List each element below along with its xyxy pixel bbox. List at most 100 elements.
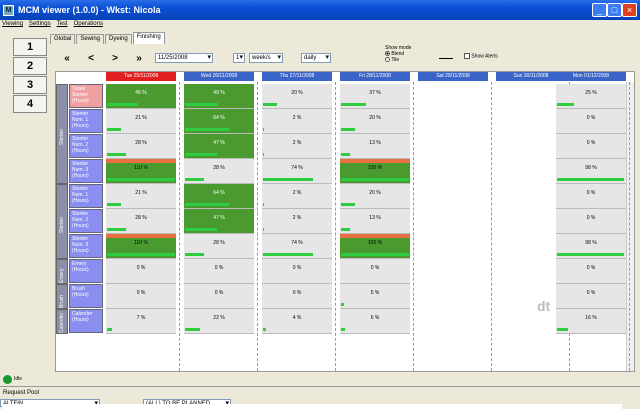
load-cell[interactable]: 2 %: [262, 209, 332, 234]
tab-sewing[interactable]: Sewing: [76, 34, 105, 44]
load-cell[interactable]: 98 %: [556, 159, 626, 184]
load-cell[interactable]: 28 %: [184, 159, 254, 184]
load-cell[interactable]: 74 %: [262, 159, 332, 184]
load-cell[interactable]: 0 %: [262, 284, 332, 309]
minimize-button[interactable]: _: [592, 3, 607, 17]
load-cell[interactable]: 100 %: [340, 234, 410, 259]
load-bar: [185, 153, 217, 156]
load-cell[interactable]: 98 %: [556, 234, 626, 259]
load-value: 74 %: [291, 240, 303, 246]
load-cell[interactable]: 4 %: [262, 309, 332, 334]
load-cell[interactable]: 20 %: [340, 109, 410, 134]
blend-radio[interactable]: [385, 51, 390, 57]
day-header[interactable]: Wed 26/11/2008: [184, 72, 254, 81]
row-label: Stenter Num. 1 (Hours): [69, 109, 103, 133]
load-cell[interactable]: 0 %: [556, 259, 626, 284]
load-cell[interactable]: 0 %: [184, 259, 254, 284]
load-cell[interactable]: 25 %: [556, 84, 626, 109]
load-cell[interactable]: 16 %: [556, 309, 626, 334]
load-cell[interactable]: 28 %: [106, 209, 176, 234]
load-value: 5 %: [370, 290, 380, 296]
load-cell[interactable]: 47 %: [184, 134, 254, 159]
load-cell[interactable]: 28 %: [184, 234, 254, 259]
tab-dyeing[interactable]: Dyeing: [105, 34, 132, 44]
next-button[interactable]: >: [103, 53, 127, 64]
menu-bar: Viewing Settings Test Operations: [0, 20, 640, 29]
load-cell[interactable]: 21 %: [106, 109, 176, 134]
load-value: 0 %: [292, 265, 302, 271]
load-cell[interactable]: 110 %: [106, 159, 176, 184]
side-tab-4[interactable]: 4: [13, 95, 47, 113]
group-label: Brush: [59, 294, 65, 308]
load-value: 47 %: [213, 215, 225, 221]
load-cell[interactable]: 13 %: [340, 134, 410, 159]
load-cell[interactable]: 0 %: [262, 259, 332, 284]
load-cell[interactable]: 5 %: [340, 284, 410, 309]
load-value: 0 %: [586, 215, 596, 221]
load-cell[interactable]: 64 %: [184, 109, 254, 134]
load-cell[interactable]: 0 %: [556, 134, 626, 159]
load-cell[interactable]: 45 %: [106, 84, 176, 109]
maximize-button[interactable]: □: [607, 3, 622, 17]
load-cell[interactable]: 2 %: [262, 184, 332, 209]
menu-viewing[interactable]: Viewing: [2, 20, 23, 29]
load-cell[interactable]: 6 %: [340, 309, 410, 334]
load-cell[interactable]: 7 %: [106, 309, 176, 334]
load-cell[interactable]: 100 %: [340, 159, 410, 184]
load-cell[interactable]: 0 %: [184, 284, 254, 309]
period-unit-select[interactable]: week/s: [249, 53, 283, 63]
load-cell[interactable]: 64 %: [184, 184, 254, 209]
tile-radio[interactable]: [385, 57, 390, 63]
load-cell[interactable]: 0 %: [556, 184, 626, 209]
day-header[interactable]: Sat 29/11/2008: [418, 72, 488, 81]
load-cell[interactable]: 0 %: [556, 209, 626, 234]
load-bar: [263, 103, 277, 106]
load-cell[interactable]: 20 %: [340, 184, 410, 209]
load-value: 0 %: [586, 140, 596, 146]
day-header[interactable]: Mon 01/12/2008: [556, 72, 626, 81]
load-cell[interactable]: 49 %: [184, 84, 254, 109]
load-cell[interactable]: 13 %: [340, 209, 410, 234]
last-button[interactable]: »: [127, 53, 151, 64]
load-cell[interactable]: 2 %: [262, 134, 332, 159]
load-value: 49 %: [213, 90, 225, 96]
date-picker[interactable]: 11/25/2008: [155, 53, 213, 63]
row-label: Stenter Num. 3 (Hours): [69, 234, 103, 258]
view-select[interactable]: daily: [301, 53, 331, 63]
menu-operations[interactable]: Operations: [74, 20, 103, 29]
period-count[interactable]: 1: [233, 53, 245, 63]
load-cell[interactable]: 74 %: [262, 234, 332, 259]
side-tab-3[interactable]: 3: [13, 76, 47, 94]
load-cell[interactable]: 21 %: [106, 184, 176, 209]
day-header[interactable]: Thu 27/11/2008: [262, 72, 332, 81]
load-cell[interactable]: 22 %: [184, 309, 254, 334]
load-cell[interactable]: 0 %: [556, 284, 626, 309]
load-cell[interactable]: 0 %: [556, 109, 626, 134]
load-cell[interactable]: 20 %: [262, 84, 332, 109]
load-cell[interactable]: 2 %: [262, 109, 332, 134]
first-button[interactable]: «: [55, 53, 79, 64]
side-tab-2[interactable]: 2: [13, 57, 47, 75]
load-bar: [341, 328, 346, 331]
load-cell[interactable]: 28 %: [106, 134, 176, 159]
load-bar: [107, 253, 175, 256]
menu-settings[interactable]: Settings: [29, 20, 51, 29]
menu-test[interactable]: Test: [57, 20, 68, 29]
close-button[interactable]: ×: [622, 3, 637, 17]
day-header[interactable]: Tue 25/11/2008: [106, 72, 176, 81]
load-cell[interactable]: 0 %: [106, 284, 176, 309]
load-cell[interactable]: 0 %: [106, 259, 176, 284]
load-cell[interactable]: 0 %: [340, 259, 410, 284]
prev-button[interactable]: <: [79, 53, 103, 64]
tab-finishing[interactable]: Finishing: [132, 32, 165, 44]
side-tab-1[interactable]: 1: [13, 38, 47, 56]
show-alerts-checkbox[interactable]: [464, 53, 470, 59]
day-header[interactable]: Fri 28/11/2008: [340, 72, 410, 81]
tab-global[interactable]: Global: [50, 34, 76, 44]
load-value: 21 %: [135, 115, 147, 121]
load-cell[interactable]: 47 %: [184, 209, 254, 234]
load-value: 13 %: [369, 215, 381, 221]
load-cell[interactable]: 37 %: [340, 84, 410, 109]
grid-scrollbar[interactable]: [626, 82, 634, 371]
load-cell[interactable]: 110 %: [106, 234, 176, 259]
